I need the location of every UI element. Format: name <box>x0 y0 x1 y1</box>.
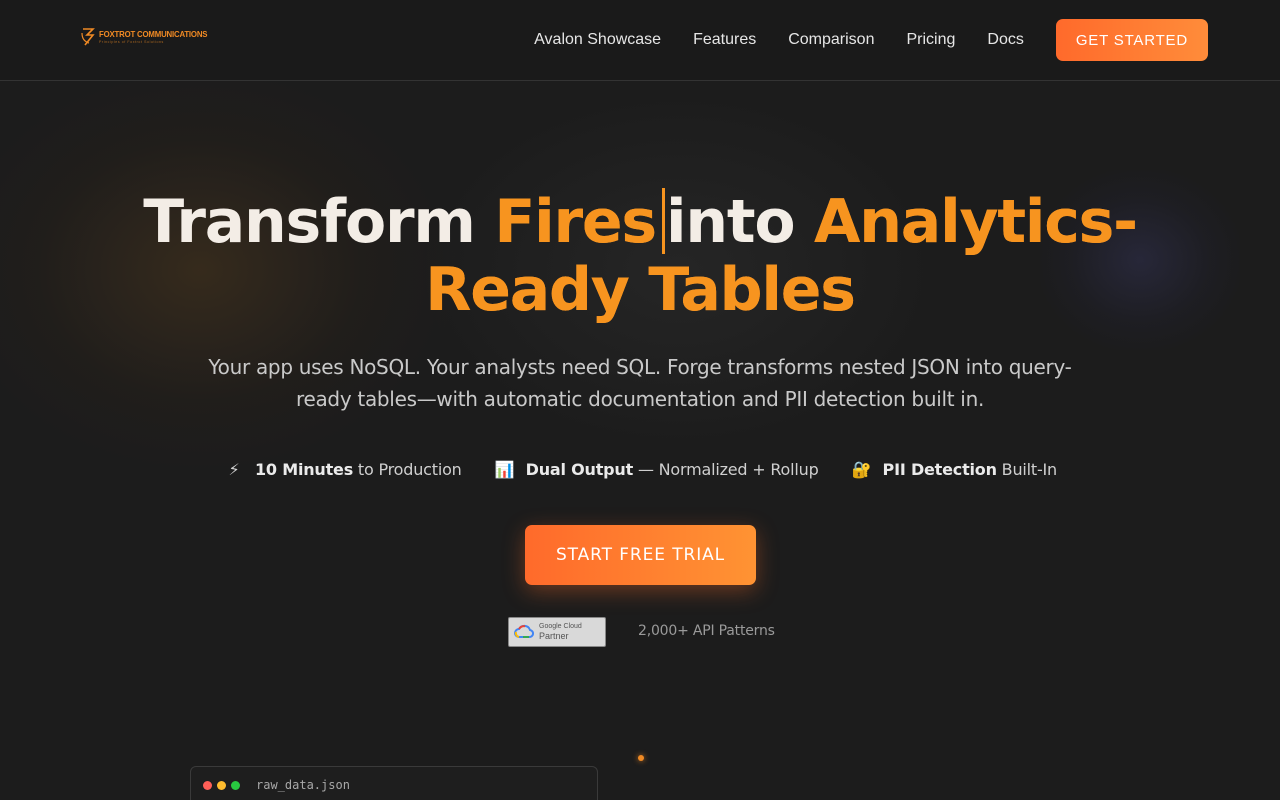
window-close-dot[interactable] <box>203 780 212 790</box>
feature-item: 🔐 PII Detection Built-In <box>851 458 1058 480</box>
google-cloud-partner-badge[interactable]: Google Cloud Partner <box>508 617 606 647</box>
badge-bottom-text: Partner <box>539 631 569 641</box>
get-started-button[interactable]: GET STARTED <box>1055 19 1208 61</box>
feature-text: to Production <box>353 459 462 479</box>
brand-name: FOXTROT COMMUNICATIONS <box>99 29 208 39</box>
feature-bold: Dual Output <box>525 459 634 479</box>
nav-link-comparison[interactable]: Comparison <box>788 31 874 49</box>
hero-title-accent-analytics: Analytics- <box>814 187 1138 257</box>
site-header: FOXTROT COMMUNICATIONS Principles of Fox… <box>0 0 1280 81</box>
bar-chart-icon: 📊 <box>494 459 515 479</box>
main-nav: Avalon Showcase Features Comparison Pric… <box>534 19 1208 61</box>
hero-title-accent-ready-tables: Ready Tables <box>425 255 856 325</box>
feature-highlights: ⚡ 10 Minutes to Production 📊 Dual Output… <box>0 456 1280 482</box>
lightning-icon: ⚡ <box>228 459 240 479</box>
hero-subtitle: Your app uses NoSQL. Your analysts need … <box>200 351 1080 415</box>
feature-item: ⚡ 10 Minutes to Production <box>223 458 462 480</box>
hero-subtitle-line2: ready tables—with automatic documentatio… <box>295 387 984 411</box>
window-minimize-dot[interactable] <box>217 780 226 790</box>
typing-cursor <box>661 188 665 254</box>
brand-logo[interactable]: FOXTROT COMMUNICATIONS Principles of Fox… <box>81 26 217 48</box>
feature-text: — Normalized + Rollup <box>633 459 819 479</box>
hero-subtitle-line1: Your app uses NoSQL. Your analysts need … <box>208 355 1072 379</box>
feature-item: 📊 Dual Output — Normalized + Rollup <box>494 458 819 480</box>
decorative-dot <box>638 755 644 761</box>
code-window-filename: raw_data.json <box>256 778 350 792</box>
feature-text: Built-In <box>996 459 1058 479</box>
window-maximize-dot[interactable] <box>231 780 240 790</box>
start-free-trial-button[interactable]: START FREE TRIAL <box>525 525 756 585</box>
badge-top-text: Google Cloud <box>539 623 582 630</box>
hero-title-part2: into <box>665 187 796 257</box>
hero-title-accent-word: Fires <box>494 187 657 257</box>
code-window-titlebar: raw_data.json <box>191 767 597 800</box>
nav-link-pricing[interactable]: Pricing <box>906 31 955 49</box>
hero-title-part1: Transform <box>143 187 476 257</box>
nav-link-avalon-showcase[interactable]: Avalon Showcase <box>534 31 661 49</box>
code-window: raw_data.json <box>190 766 598 800</box>
api-patterns-count: 2,000+ API Patterns <box>638 623 775 639</box>
brand-tagline: Principles of Foxtrot Solutions <box>99 39 164 44</box>
lock-key-icon: 🔐 <box>851 459 872 479</box>
feature-bold: 10 Minutes <box>254 459 354 479</box>
foxtrot-logo-icon <box>81 28 95 46</box>
hero-title: Transform Fires into Analytics- Ready Tab… <box>0 188 1280 324</box>
nav-link-docs[interactable]: Docs <box>987 31 1023 49</box>
nav-link-features[interactable]: Features <box>693 31 756 49</box>
feature-bold: PII Detection <box>882 459 997 479</box>
google-cloud-icon <box>514 624 534 638</box>
